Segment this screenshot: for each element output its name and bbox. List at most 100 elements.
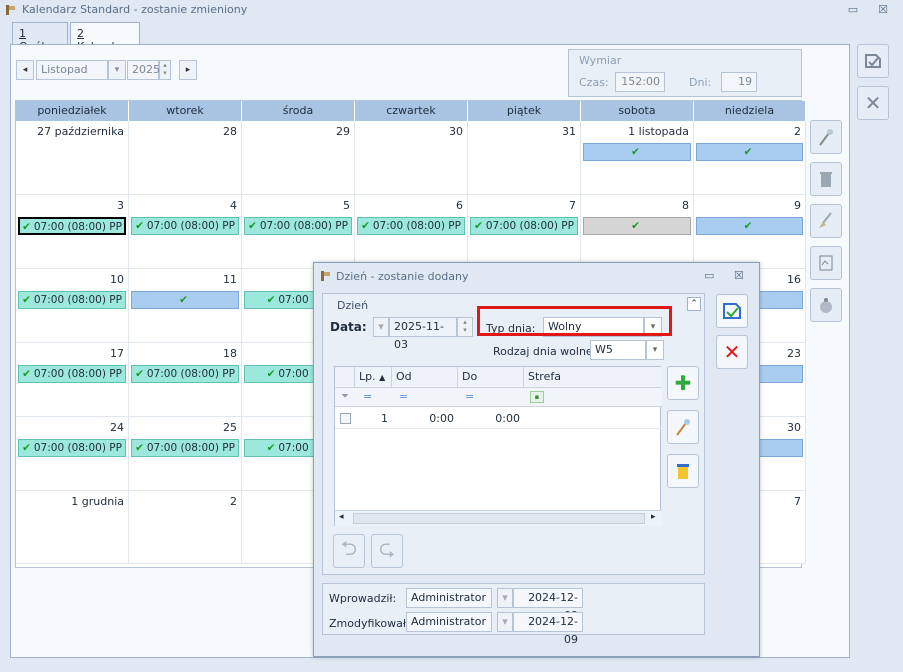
day-schedule-bar[interactable]: ✔ — [583, 143, 691, 161]
dni-value: 19 — [721, 72, 757, 92]
filter-strefa-icon[interactable]: ▪ — [530, 391, 544, 403]
redo-button[interactable]: ⮎ — [371, 534, 403, 568]
data-input[interactable]: 2025-11-03 — [389, 317, 457, 351]
year-spinner[interactable]: ▴ ▾ — [159, 60, 171, 80]
check-icon: ✔ — [135, 220, 144, 232]
schedule-text: 07:00 (08:00) PP — [485, 220, 574, 232]
calendar-day[interactable]: 29 — [242, 121, 355, 195]
calendar-day[interactable]: 1 grudnia — [16, 491, 129, 564]
day-schedule-bar[interactable]: ✔ 07:00 (08:00) PP — [18, 439, 126, 457]
calendar-day[interactable]: 30 — [355, 121, 468, 195]
edit-wand-icon — [819, 129, 833, 146]
row-do[interactable]: 0:00 — [458, 412, 524, 425]
day-schedule-bar[interactable]: ✔ 07:00 (08:00) PP — [18, 365, 126, 383]
calendar-day[interactable]: 8 ✔ — [581, 195, 694, 269]
day-schedule-bar[interactable]: ✔ 07:00 (08:00) PP — [131, 365, 239, 383]
day-number: 31 — [562, 125, 576, 138]
dialog-save-button[interactable] — [716, 294, 748, 328]
day-schedule-bar[interactable]: ✔ — [583, 217, 691, 235]
day-schedule-bar[interactable]: ✔ 07:00 (08:00) PP — [244, 217, 352, 235]
grid-header-strefa[interactable]: Strefa — [524, 367, 662, 387]
calendar-day[interactable]: 9 ✔ — [694, 195, 806, 269]
day-schedule-bar[interactable]: ✔ 07:00 (08:00) PP — [131, 439, 239, 457]
close-window-button[interactable]: ☒ — [874, 2, 892, 18]
table-row[interactable]: 1 0:00 0:00 — [335, 409, 662, 429]
wymiar-title: Wymiar — [579, 54, 622, 67]
month-field[interactable]: Listopad — [36, 60, 108, 80]
filter-do[interactable]: = — [465, 390, 474, 403]
row-od[interactable]: 0:00 — [392, 412, 458, 425]
calendar-day[interactable]: 2 — [129, 491, 242, 564]
day-schedule-bar[interactable]: ✔ 07:00 (08:00) PP — [131, 217, 239, 235]
day-schedule-bar[interactable]: ✔ — [696, 143, 803, 161]
rodzaj-dropdown-button[interactable]: ▾ — [646, 340, 664, 360]
calendar-day[interactable]: 1 listopada ✔ — [581, 121, 694, 195]
month-dropdown-button[interactable]: ▾ — [108, 60, 126, 80]
calendar-day[interactable]: 24 ✔ 07:00 (08:00) PP — [16, 417, 129, 491]
calendar-day[interactable]: 25 ✔ 07:00 (08:00) PP — [129, 417, 242, 491]
calendar-day[interactable]: 17 ✔ 07:00 (08:00) PP — [16, 343, 129, 417]
schedule-text: 07:00 (08:00) PP — [146, 368, 235, 380]
rodzaj-select[interactable]: W5 — [590, 340, 646, 360]
save-window-button[interactable] — [857, 44, 889, 78]
scroll-thumb[interactable] — [353, 513, 645, 524]
delete-day-button[interactable] — [810, 162, 842, 196]
grid-header-do[interactable]: Do godziny — [458, 367, 524, 403]
window-titlebar: Kalendarz Standard - zostanie zmieniony … — [0, 0, 903, 20]
collapse-button[interactable]: ⌃ — [687, 297, 701, 311]
dialog-cancel-button[interactable]: ✕ — [716, 335, 748, 369]
dialog-title: Dzień - zostanie dodany — [336, 270, 469, 283]
filter-od[interactable]: = — [399, 390, 408, 403]
prev-month-button[interactable]: ◂ — [16, 60, 34, 80]
hours-grid: Lp. ▲ Od godziny Do godziny Strefa ⏷ = =… — [334, 366, 662, 526]
calendar-day[interactable]: 11 ✔ — [129, 269, 242, 343]
grid-header-lp[interactable]: Lp. ▲ — [355, 367, 392, 387]
tab-ogolne[interactable]: 1 Ogólne — [12, 22, 68, 53]
scroll-left-icon[interactable]: ◂ — [339, 512, 344, 522]
tab-kalendarz[interactable]: 2 Kalendarz — [70, 22, 140, 53]
undo-button[interactable]: ⮌ — [333, 534, 365, 568]
day-number: 27 października — [37, 125, 124, 138]
weekday-header: wtorek — [129, 101, 242, 121]
day-schedule-bar[interactable]: ✔ 07:00 (08:00) PP — [470, 217, 578, 235]
delete-row-button[interactable] — [667, 454, 699, 488]
day-schedule-bar[interactable]: ✔ 07:00 (08:00) PP — [357, 217, 465, 235]
filter-lp[interactable]: = — [363, 390, 372, 403]
calendar-day[interactable]: 10 ✔ 07:00 (08:00) PP — [16, 269, 129, 343]
grid-header-od[interactable]: Od godziny — [392, 367, 458, 403]
calendar-day[interactable]: 18 ✔ 07:00 (08:00) PP — [129, 343, 242, 417]
horizontal-scrollbar[interactable]: ◂ ▸ — [335, 510, 662, 526]
calendar-day[interactable]: 7 ✔ 07:00 (08:00) PP — [468, 195, 581, 269]
day-schedule-bar[interactable]: ✔ 07:00 (08:00) PP — [18, 217, 126, 235]
date-dropdown-button[interactable]: ▾ — [373, 317, 389, 337]
calendar-day[interactable]: 6 ✔ 07:00 (08:00) PP — [355, 195, 468, 269]
check-icon: ✔ — [743, 220, 753, 232]
day-schedule-bar[interactable]: ✔ 07:00 (08:00) PP — [18, 291, 126, 309]
edit-day-button[interactable] — [810, 120, 842, 154]
cancel-window-button[interactable]: ✕ — [857, 86, 889, 120]
calendar-day[interactable]: 2 ✔ — [694, 121, 806, 195]
calendar-day[interactable]: 27 października — [16, 121, 129, 195]
dialog-minimize-button[interactable]: ▭ — [704, 269, 714, 282]
schedule-button[interactable] — [810, 246, 842, 280]
dialog-close-button[interactable]: ☒ — [734, 269, 744, 282]
scroll-right-icon[interactable]: ▸ — [651, 512, 656, 522]
day-number: 8 — [682, 199, 689, 212]
day-schedule-bar[interactable]: ✔ — [131, 291, 239, 309]
edit-row-button[interactable] — [667, 410, 699, 444]
import-button[interactable] — [810, 288, 842, 322]
date-spinner[interactable]: ▴ ▾ — [457, 317, 473, 337]
clean-button[interactable] — [810, 204, 842, 238]
row-checkbox[interactable] — [340, 413, 351, 424]
add-row-button[interactable]: ✚ — [667, 366, 699, 400]
calendar-day[interactable]: 31 — [468, 121, 581, 195]
calendar-day[interactable]: 28 — [129, 121, 242, 195]
minimize-button[interactable]: ▭ — [844, 2, 862, 18]
calendar-day[interactable]: 4 ✔ 07:00 (08:00) PP — [129, 195, 242, 269]
calendar-day[interactable]: 3 ✔ 07:00 (08:00) PP — [16, 195, 129, 269]
day-schedule-bar[interactable]: ✔ — [696, 217, 803, 235]
year-field[interactable]: 2025 — [127, 60, 160, 80]
calendar-day[interactable]: 5 ✔ 07:00 (08:00) PP — [242, 195, 355, 269]
app-icon — [6, 5, 15, 15]
next-month-button[interactable]: ▸ — [179, 60, 197, 80]
